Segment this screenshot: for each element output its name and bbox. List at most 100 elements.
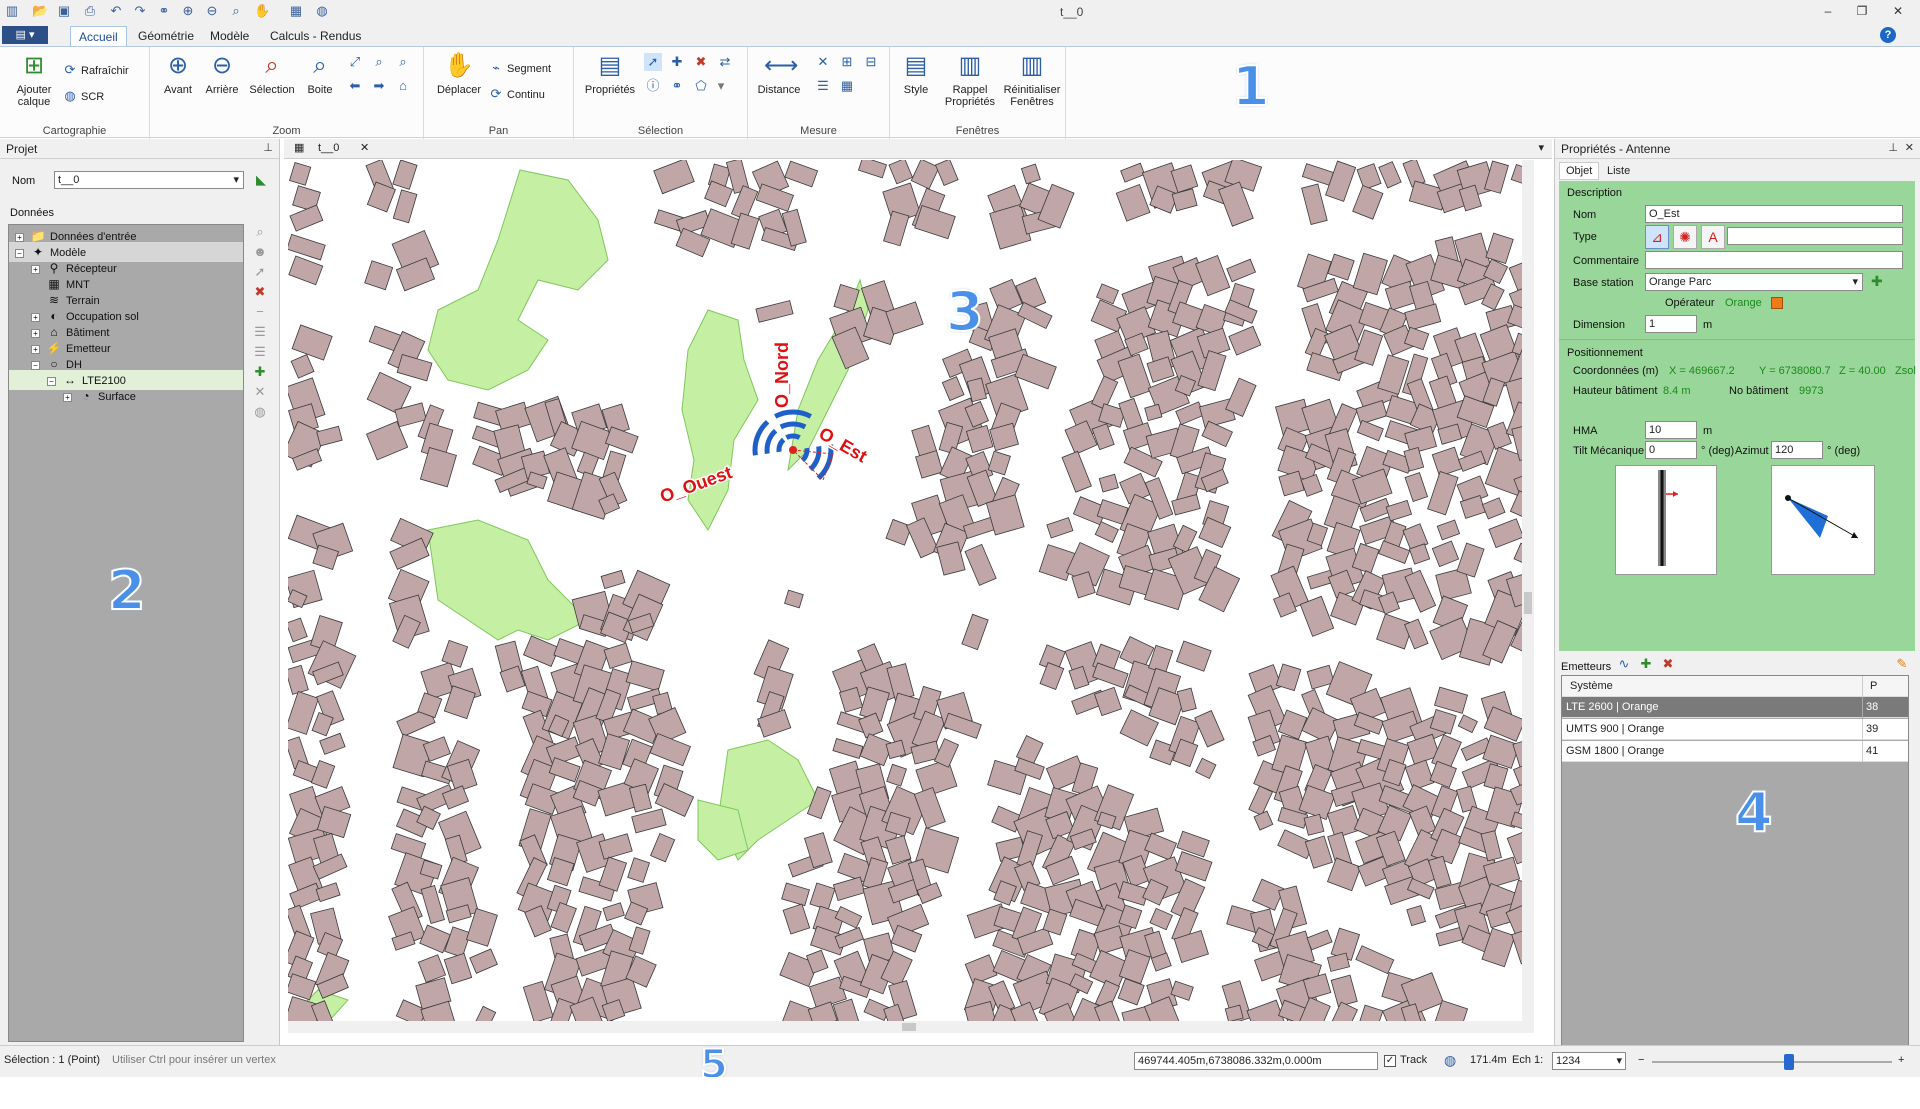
add-layer-button[interactable]: ⊞ Ajouter calque [10, 51, 58, 108]
tree-close-icon[interactable]: ✕ [248, 384, 272, 404]
print-icon[interactable]: ⎙ [82, 3, 98, 19]
tree-user-icon[interactable]: ☻ [248, 244, 272, 264]
style-button[interactable]: ▤ Style [896, 51, 936, 96]
globe-icon[interactable]: ◍ [314, 3, 330, 19]
tab-liste[interactable]: Liste [1601, 162, 1641, 180]
tree-expander-icon[interactable]: + [31, 344, 40, 354]
zoom-selection-icon[interactable]: ⌕ [228, 3, 244, 19]
emitter-signal-icon[interactable]: ∿ [1615, 655, 1633, 673]
tab-objet[interactable]: Objet [1559, 162, 1599, 180]
azimuth-input[interactable]: 120 [1771, 441, 1823, 459]
measure-layers-icon[interactable]: ⊟ [862, 53, 880, 71]
tree-expander-icon[interactable]: + [31, 264, 40, 274]
tree-expander-icon[interactable]: − [31, 360, 40, 370]
map-hscroll-thumb[interactable] [902, 1023, 916, 1031]
measure-clear-icon[interactable]: ✕ [814, 53, 832, 71]
tree-expander-icon[interactable]: + [31, 328, 40, 338]
scale-select[interactable]: 1234 ▾ [1552, 1052, 1626, 1070]
tilt-input[interactable]: 0 [1645, 441, 1697, 459]
antenna-name-input[interactable]: O_Est [1645, 205, 1903, 223]
tree-expander-icon[interactable]: + [31, 312, 40, 322]
continuous-button[interactable]: ⟳ Continu [488, 85, 545, 103]
dimension-input[interactable]: 1 [1645, 315, 1697, 333]
previous-view-icon[interactable]: ⬅ [346, 77, 364, 95]
map-tab-label[interactable]: t__0 [318, 142, 339, 154]
azimuth-diagram[interactable] [1771, 465, 1875, 575]
tree-pointer-icon[interactable]: ➚ [248, 264, 272, 284]
close-icon[interactable]: ✕ [360, 141, 369, 154]
pin-icon[interactable]: ⊥ [1888, 141, 1898, 154]
globe-icon[interactable]: ◍ [1444, 1052, 1456, 1069]
track-checkbox[interactable]: ✓ [1384, 1055, 1396, 1067]
zoom-plus-button[interactable]: + [1898, 1054, 1904, 1066]
header-system[interactable]: Système [1570, 676, 1613, 697]
properties-button[interactable]: ▤ Propriétés [582, 51, 638, 96]
zoom-fit-icon[interactable]: ⌕ [394, 53, 412, 71]
select-add-icon[interactable]: ✚ [668, 53, 686, 71]
emitter-add-icon[interactable]: ✚ [1637, 655, 1655, 673]
add-base-station-icon[interactable]: ✚ [1871, 273, 1883, 290]
chevron-down-icon[interactable]: ▾ [712, 77, 730, 95]
move-button[interactable]: ✋ Déplacer [434, 51, 484, 96]
binoculars-icon[interactable]: ⚭ [668, 77, 686, 95]
pan-hand-icon[interactable]: ✋ [254, 3, 270, 19]
select-remove-icon[interactable]: ✖ [692, 53, 710, 71]
undo-icon[interactable]: ↶ [108, 3, 124, 19]
save-icon[interactable]: ▣ [56, 3, 72, 19]
zoom-slider-thumb[interactable] [1784, 1054, 1794, 1070]
binoculars-icon[interactable]: ⚭ [156, 3, 172, 19]
tree-list2-icon[interactable]: ☰ [248, 344, 272, 364]
hma-input[interactable]: 10 [1645, 421, 1697, 439]
recall-properties-button[interactable]: ▥ Rappel Propriétés [940, 51, 1000, 108]
coordinates-field[interactable]: 469744.405m,6738086.332m,0.000m [1134, 1052, 1378, 1070]
measure-list-icon[interactable]: ☰ [814, 77, 832, 95]
tree-list-icon[interactable]: ☰ [248, 324, 272, 344]
antenna-site[interactable] [789, 446, 797, 454]
zoom-minus-button[interactable]: − [1638, 1054, 1644, 1066]
table-row[interactable]: UMTS 900 | Orange 39 [1562, 719, 1908, 740]
zoom-out-icon[interactable]: ⊖ [204, 3, 220, 19]
reset-windows-button[interactable]: ▥ Réinitialiser Fenêtres [1000, 51, 1064, 108]
minimize-button[interactable]: – [1818, 2, 1838, 20]
select-arrow-icon[interactable]: ➚ [644, 53, 662, 71]
antenna-label[interactable]: O_Est [814, 422, 872, 468]
pin-icon[interactable]: ⊥ [263, 141, 273, 154]
base-station-select[interactable]: Orange Parc ▾ [1645, 273, 1863, 291]
open-icon[interactable]: 📂 [32, 3, 48, 19]
tree-minus-icon[interactable]: − [248, 304, 272, 324]
tilt-diagram[interactable] [1615, 465, 1717, 575]
tab-geometrie[interactable]: Géométrie [130, 26, 202, 46]
file-menu-button[interactable]: ▤ ▾ [2, 26, 48, 44]
refresh-button[interactable]: ⟳ Rafraîchir [62, 61, 129, 79]
header-p[interactable]: P [1870, 676, 1877, 697]
zoom-in-icon[interactable]: ⊕ [180, 3, 196, 19]
help-icon[interactable]: ? [1880, 27, 1896, 43]
measure-grid-icon[interactable]: ⊞ [838, 53, 856, 71]
type-text-input[interactable] [1727, 227, 1903, 245]
tree-delete-icon[interactable]: ✖ [248, 284, 272, 304]
zoom-back-button[interactable]: ⊖ Arrière [202, 51, 242, 96]
zoom-forward-button[interactable]: ⊕ Avant [160, 51, 196, 96]
zoom-slider-track[interactable] [1652, 1061, 1892, 1063]
scr-button[interactable]: ◍ SCR [62, 87, 104, 105]
table-row[interactable]: GSM 1800 | Orange 41 [1562, 741, 1908, 762]
zoom-layer-icon[interactable]: ⌕ [370, 53, 388, 71]
tab-modele[interactable]: Modèle [202, 26, 257, 46]
tree-expander-icon[interactable]: + [15, 232, 24, 242]
zoom-extent-icon[interactable]: ⤢ [346, 53, 364, 71]
map-vscroll-thumb[interactable] [1524, 592, 1532, 614]
close-button[interactable]: ✕ [1888, 2, 1908, 20]
tab-calculs-rendus[interactable]: Calculs - Rendus [262, 26, 369, 46]
project-name-select[interactable]: t__0 ▾ [54, 171, 244, 189]
tree-item[interactable]: + ◔ Surface [9, 386, 243, 406]
close-icon[interactable]: ✕ [1905, 141, 1914, 154]
zoom-selection-button[interactable]: ⌕ Sélection [246, 51, 298, 96]
restore-button[interactable]: ❐ [1852, 2, 1872, 20]
next-view-icon[interactable]: ➡ [370, 77, 388, 95]
select-polygon-icon[interactable]: ⬠ [692, 77, 710, 95]
tree-search-icon[interactable]: ⌕ [248, 224, 272, 244]
type-omni-button[interactable]: ✺ [1673, 225, 1697, 249]
select-toggle-icon[interactable]: ⇄ [716, 53, 734, 71]
redo-icon[interactable]: ↷ [132, 3, 148, 19]
home-view-icon[interactable]: ⌂ [394, 77, 412, 95]
